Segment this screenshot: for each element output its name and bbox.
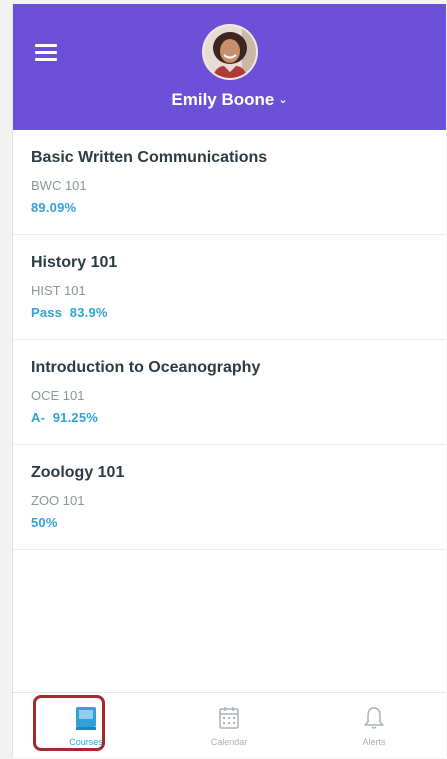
course-grade: 50% [31,515,58,530]
course-card[interactable]: History 101 HIST 101 Pass 83.9% [13,235,446,340]
course-code: ZOO 101 [31,493,85,508]
bell-icon [364,707,384,729]
calendar-icon [219,707,239,729]
courses-highlight-box [33,695,105,751]
course-title: Basic Written Communications [31,149,268,166]
course-title: Introduction to Oceanography [31,359,261,376]
course-title: Zoology 101 [31,464,125,481]
hamburger-menu-icon[interactable] [35,44,57,62]
course-title: History 101 [31,254,118,271]
course-grade: 89.09% [31,200,77,215]
course-list: Basic Written Communications BWC 101 89.… [13,130,446,550]
course-code: HIST 101 [31,283,86,298]
tab-label-calendar: Calendar [210,737,248,747]
course-grade: Pass 83.9% [31,305,108,320]
user-name: Emily Boone [171,90,275,109]
course-card[interactable]: Basic Written Communications BWC 101 89.… [13,130,446,235]
tab-calendar[interactable]: Calendar [184,693,274,758]
avatar[interactable] [202,24,258,80]
course-code: BWC 101 [31,178,87,193]
screen: Emily Boone ⌄ Basic Written Communication… [0,0,447,759]
tab-alerts[interactable]: Alerts [329,693,419,758]
tab-label-alerts: Alerts [362,737,386,747]
header-bar: Emily Boone ⌄ [13,4,446,130]
course-code: OCE 101 [31,388,85,403]
app-window: Emily Boone ⌄ Basic Written Communication… [12,4,446,758]
course-card[interactable]: Introduction to Oceanography OCE 101 A- … [13,340,446,445]
avatar-photo [204,26,256,78]
course-card[interactable]: Zoology 101 ZOO 101 50% [13,445,446,550]
chevron-down-icon: ⌄ [278,94,288,106]
course-grade: A- 91.25% [31,410,99,425]
user-switcher[interactable]: Emily Boone ⌄ [13,90,446,110]
